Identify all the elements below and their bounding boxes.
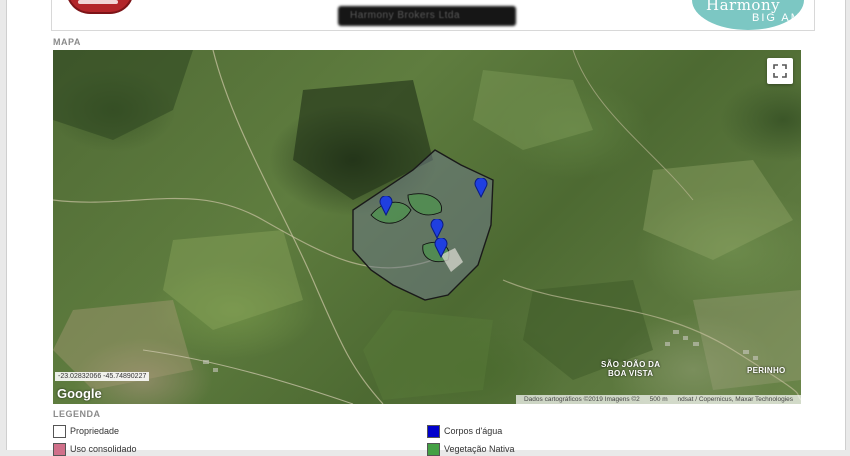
fullscreen-icon <box>773 64 787 78</box>
legend-label: Uso consolidado <box>70 444 137 454</box>
report-header: Harmony Brokers Ltda Harmony BIG AM <box>51 0 815 31</box>
report-page: Harmony Brokers Ltda Harmony BIG AM MAPA <box>6 0 846 456</box>
legend-label: Vegetação Nativa <box>444 444 515 454</box>
google-logo: Google <box>57 386 102 401</box>
place-label-sao-joao: SÃO JOÃO DA BOA VISTA <box>601 360 661 378</box>
legend-swatch <box>53 424 66 438</box>
brand-subtitle: BIG AM <box>752 12 802 24</box>
attribution-credits: ndsat / Copernicus, Maxar Technologies <box>677 396 794 403</box>
legend-item-uso-consolidado: Uso consolidado <box>53 442 137 456</box>
legend-label: Corpos d'água <box>444 426 503 436</box>
legend-item-vegetacao-nativa: Vegetação Nativa <box>427 442 515 456</box>
fullscreen-button[interactable] <box>767 58 793 84</box>
place-label-perinho: PERINHO <box>747 366 786 375</box>
legend-swatch <box>427 424 440 438</box>
map-terrain <box>53 50 801 404</box>
satellite-map[interactable]: SÃO JOÃO DA BOA VISTA PERINHO -23.028320… <box>53 50 801 404</box>
map-marker-icon[interactable] <box>430 219 444 239</box>
map-marker-icon[interactable] <box>434 238 448 258</box>
legend-swatch <box>53 442 66 456</box>
left-logo <box>66 0 134 14</box>
legend-section-label: LEGENDA <box>53 409 101 419</box>
legend-item-propriedade: Propriedade <box>53 424 119 438</box>
legend-item-corpos-dagua: Corpos d'água <box>427 424 502 438</box>
redacted-text: Harmony Brokers Ltda <box>350 10 461 21</box>
map-marker-icon[interactable] <box>379 196 393 216</box>
attribution-scale: 500 m <box>649 396 668 403</box>
legend-swatch <box>427 442 440 456</box>
attribution-data: Dados cartográficos ©2019 Imagens ©2 <box>523 396 640 403</box>
map-section-label: MAPA <box>53 37 81 47</box>
map-attribution: Dados cartográficos ©2019 Imagens ©2 500… <box>515 395 801 404</box>
legend-label: Propriedade <box>70 426 120 436</box>
coordinates-readout: -23.02832066 -45.74890227 <box>55 372 150 381</box>
map-marker-icon[interactable] <box>474 178 488 198</box>
